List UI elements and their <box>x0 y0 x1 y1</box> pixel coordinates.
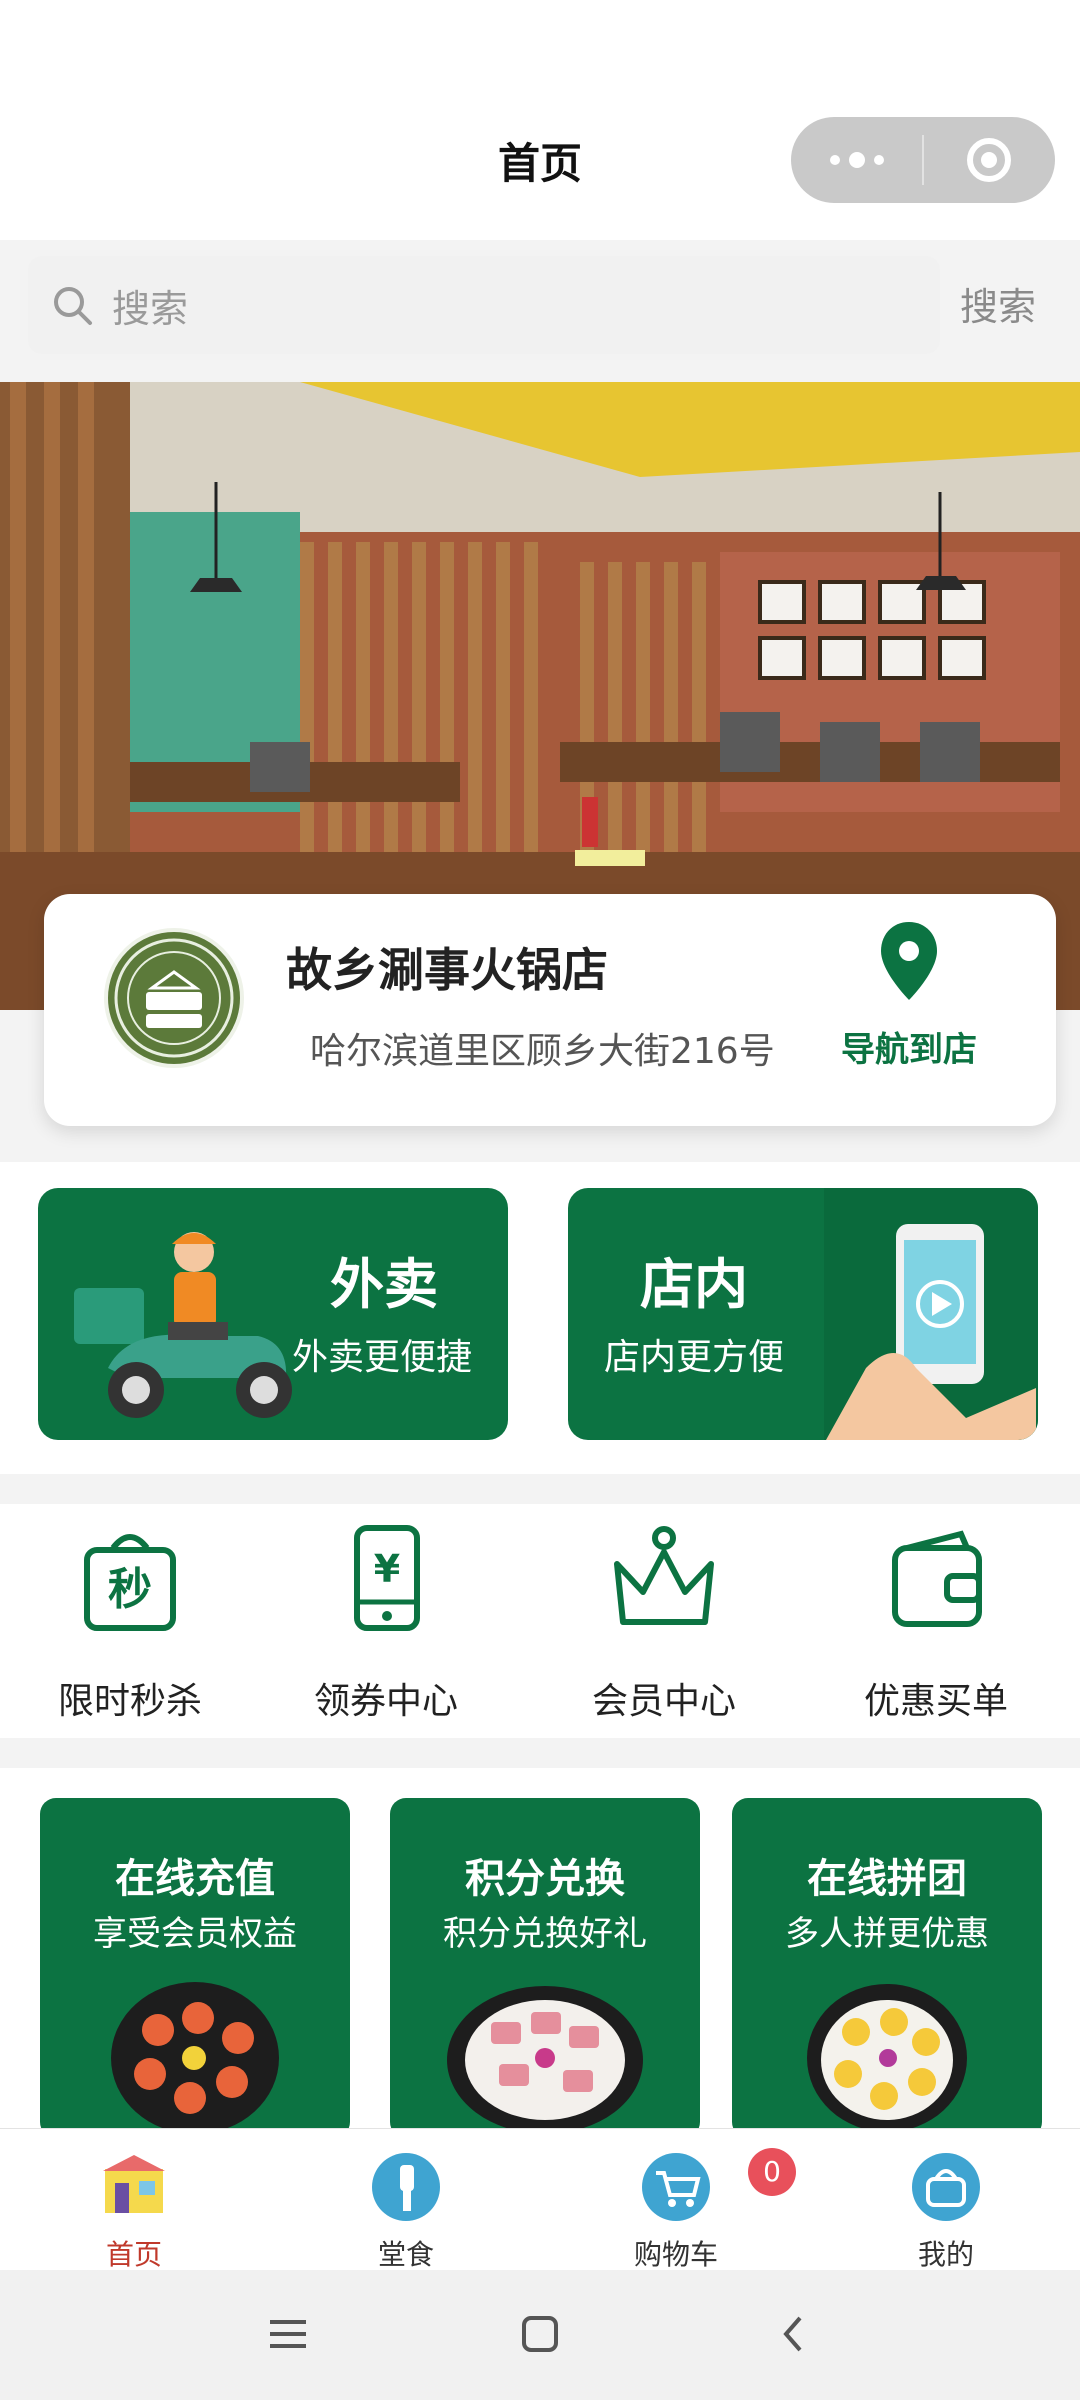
cart-count-badge: 0 <box>748 2148 796 2196</box>
online-recharge-card[interactable]: 在线充值 享受会员权益 <box>40 1798 350 2138</box>
delivery-scooter-icon <box>74 1232 292 1418</box>
miniprogram-capsule <box>791 117 1055 203</box>
dine-in-subtitle: 店内更方便 <box>604 1337 785 1378</box>
phone-hand-icon <box>826 1224 1036 1440</box>
crown-icon <box>614 1526 714 1625</box>
search-button[interactable]: 搜索 <box>960 276 1036 331</box>
tab-home-label: 首页 <box>105 2238 162 2271</box>
flash-sale-glyph: 秒 <box>108 1564 152 1615</box>
group-buy-title: 在线拼团 <box>807 1856 967 1902</box>
points-exchange-card[interactable]: 积分兑换 积分兑换好礼 <box>390 1798 700 2138</box>
flash-sale-label: 限时秒杀 <box>57 1681 202 1722</box>
service-section: 外卖 外卖更便捷 店内 店内更方便 <box>0 1162 1080 1474</box>
store-logo <box>104 928 244 1068</box>
dine-in-title: 店内 <box>640 1253 748 1316</box>
coupon-center-label: 领券中心 <box>313 1681 458 1722</box>
coupon-phone-icon: ¥ <box>354 1525 420 1631</box>
online-recharge-title: 在线充值 <box>115 1856 275 1902</box>
tab-cart[interactable]: 购物车 <box>576 2129 776 2271</box>
tab-profile-label: 我的 <box>917 2238 974 2271</box>
key-icon <box>372 2153 440 2221</box>
tab-dine-in-label: 堂食 <box>377 2238 434 2271</box>
store-name: 故乡涮事火锅店 <box>286 943 608 997</box>
coupon-center-entry[interactable]: ¥ 领券中心 <box>276 1524 496 1724</box>
points-exchange-subtitle: 积分兑换好礼 <box>443 1914 647 1954</box>
tab-profile[interactable]: 我的 <box>846 2129 1046 2271</box>
system-navigation-bar <box>0 2270 1080 2400</box>
online-recharge-subtitle: 享受会员权益 <box>93 1914 297 1954</box>
navigate-to-store-button[interactable]: 导航到店 <box>834 914 984 1114</box>
discount-pay-label: 优惠买单 <box>863 1681 1008 1722</box>
points-exchange-title: 积分兑换 <box>465 1856 625 1902</box>
user-bag-icon <box>912 2153 980 2221</box>
tab-cart-label: 购物车 <box>633 2238 718 2271</box>
dine-in-card[interactable]: 店内 店内更方便 <box>568 1188 1038 1440</box>
takeout-title: 外卖 <box>330 1253 438 1316</box>
quick-menu: 秒 限时秒杀 ¥ 领券中心 会员中心 优惠买单 <box>0 1504 1080 1738</box>
chick-dumpling-dish-image <box>807 1984 967 2128</box>
member-center-label: 会员中心 <box>591 1681 736 1722</box>
cart-icon <box>642 2153 710 2221</box>
menu-icon[interactable] <box>268 2314 308 2354</box>
tomato-dish-image <box>111 1982 279 2128</box>
group-buy-subtitle: 多人拼更优惠 <box>785 1914 989 1954</box>
takeout-subtitle: 外卖更便捷 <box>292 1337 473 1378</box>
takeout-card[interactable]: 外卖 外卖更便捷 <box>38 1188 508 1440</box>
close-miniprogram-button[interactable] <box>924 117 1055 203</box>
feature-section: 在线充值 享受会员权益 积分兑换 积分兑换好礼 在线拼团 多人拼更优惠 <box>0 1768 1080 2138</box>
store-info-card: 故乡涮事火锅店 哈尔滨道里区顾乡大街216号 导航到店 <box>44 894 1056 1126</box>
more-dots-icon <box>829 152 884 168</box>
location-pin-icon <box>881 922 937 1000</box>
flash-sale-bag-icon: 秒 <box>84 1534 176 1631</box>
member-center-entry[interactable]: 会员中心 <box>554 1524 774 1724</box>
bottom-tab-bar: 首页 堂食 购物车 我的 <box>0 2128 1080 2271</box>
home-square-icon[interactable] <box>520 2314 560 2354</box>
search-placeholder: 搜索 <box>112 286 189 331</box>
more-menu-button[interactable] <box>791 117 922 203</box>
discount-pay-entry[interactable]: 优惠买单 <box>826 1524 1046 1724</box>
store-address: 哈尔滨道里区顾乡大街216号 <box>310 1031 775 1072</box>
flash-sale-entry[interactable]: 秒 限时秒杀 <box>20 1524 240 1724</box>
coupon-glyph: ¥ <box>374 1547 400 1591</box>
group-buy-card[interactable]: 在线拼团 多人拼更优惠 <box>732 1798 1042 2138</box>
home-shop-icon <box>103 2155 165 2213</box>
wallet-icon <box>892 1530 982 1627</box>
search-icon <box>54 287 92 325</box>
back-chevron-icon[interactable] <box>774 2314 814 2354</box>
meat-dish-image <box>447 1986 643 2128</box>
close-target-icon <box>967 138 1012 182</box>
search-input[interactable]: 搜索 <box>28 256 940 354</box>
tab-home[interactable]: 首页 <box>34 2129 234 2271</box>
tab-dine-in[interactable]: 堂食 <box>306 2129 506 2271</box>
navigate-label: 导航到店 <box>841 1030 977 1070</box>
